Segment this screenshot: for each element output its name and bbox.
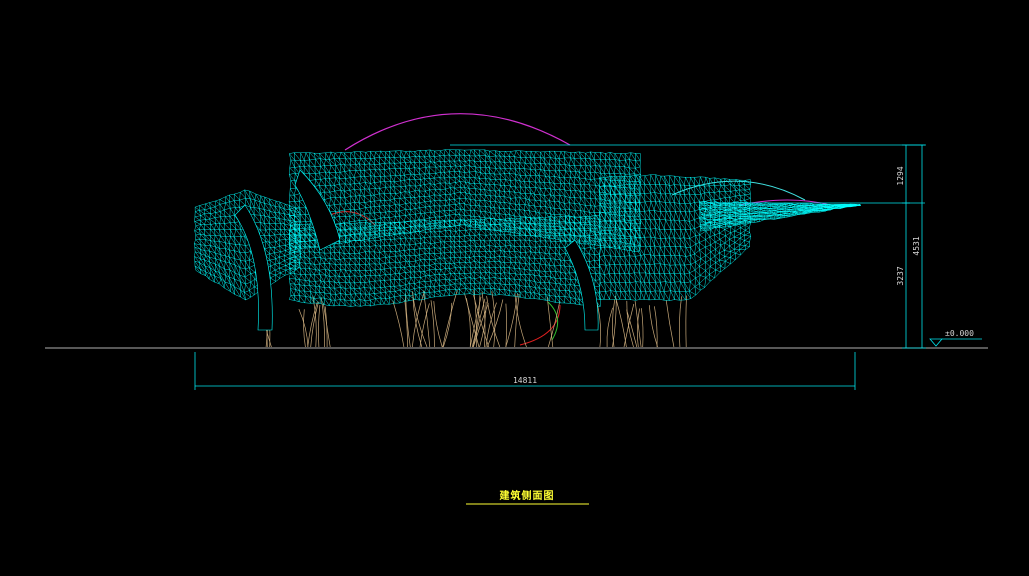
dim-upper-segment: 1294 (896, 166, 905, 185)
horizontal-dimension: 14811 (194, 352, 856, 390)
column-strand (486, 296, 501, 348)
elevation-drawing: 1294 3237 4531 ±0.000 14811 建筑侧面图 (45, 113, 988, 505)
column-strand (505, 303, 507, 348)
dim-lower-segment: 3237 (896, 266, 905, 285)
mesh-wire (598, 174, 752, 301)
mesh-wire (193, 189, 302, 301)
column-strand (614, 295, 627, 348)
column-strand (392, 300, 405, 348)
column-strand (634, 300, 642, 348)
dim-overall-height: 4531 (912, 236, 921, 255)
drawing-title: 建筑侧面图 (499, 489, 555, 502)
level-marker-label: ±0.000 (945, 329, 974, 338)
column-strand (430, 300, 435, 348)
mesh-panel-0 (193, 189, 302, 301)
column-strand (312, 296, 317, 348)
mesh-wire (698, 201, 861, 232)
column-strand (433, 301, 443, 348)
column-strand (641, 308, 644, 348)
column-strand (423, 290, 431, 348)
level-marker: ±0.000 (929, 329, 982, 347)
arc-bottom-red (519, 304, 561, 346)
column-strand (648, 305, 658, 348)
column-strand (665, 300, 675, 348)
column-strand (318, 305, 321, 348)
column-strand (442, 290, 458, 348)
column-trunks (259, 290, 687, 348)
column-strand (606, 307, 613, 348)
mesh-panel-4 (698, 201, 861, 232)
column-strand (685, 295, 687, 348)
drawing-title-block: 建筑侧面图 (466, 489, 589, 505)
column-strand (491, 291, 496, 348)
column-strand (324, 306, 328, 348)
dim-overall-width: 14811 (513, 376, 537, 385)
arc-top-magenta (344, 113, 571, 151)
mesh-panel-3 (598, 174, 752, 301)
column-strand (466, 298, 471, 348)
column-strand (678, 296, 682, 348)
canopy-mesh (193, 149, 861, 331)
